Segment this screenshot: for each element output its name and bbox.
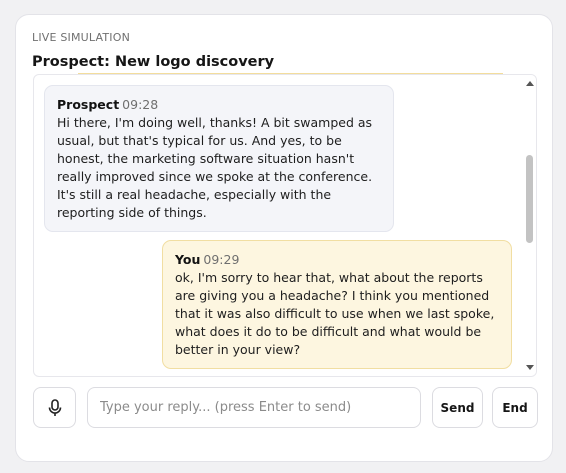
- send-button[interactable]: Send: [432, 387, 483, 428]
- message-you: You 09:29 ok, I'm sorry to hear that, wha…: [162, 240, 512, 369]
- section-eyebrow: LIVE SIMULATION: [32, 31, 131, 44]
- microphone-icon: [48, 398, 61, 416]
- chevron-down-icon[interactable]: [526, 365, 534, 370]
- message-prospect: Prospect 09:28 Hi there, I'm doing well, …: [44, 85, 394, 232]
- message-header: Prospect 09:28: [57, 96, 381, 114]
- reply-input[interactable]: [87, 387, 421, 428]
- message-time: 09:29: [203, 252, 240, 267]
- message-sender: Prospect: [57, 97, 120, 112]
- chat-scrollbar[interactable]: [522, 75, 536, 376]
- message-header: You 09:29: [175, 251, 499, 269]
- message-sender: You: [175, 252, 201, 267]
- chat-transcript[interactable]: Prospect 09:28 Hi there, I'm doing well, …: [33, 74, 537, 377]
- message-time: 09:28: [122, 97, 159, 112]
- message-text: ok, I'm sorry to hear that, what about t…: [175, 270, 495, 357]
- end-button[interactable]: End: [492, 387, 538, 428]
- microphone-button[interactable]: [33, 387, 76, 428]
- page-title: Prospect: New logo discovery: [32, 54, 275, 70]
- scrollbar-thumb[interactable]: [526, 155, 533, 243]
- chevron-up-icon[interactable]: [526, 81, 534, 86]
- simulation-panel: LIVE SIMULATION Prospect: New logo disco…: [15, 14, 553, 462]
- message-text: Hi there, I'm doing well, thanks! A bit …: [57, 115, 373, 220]
